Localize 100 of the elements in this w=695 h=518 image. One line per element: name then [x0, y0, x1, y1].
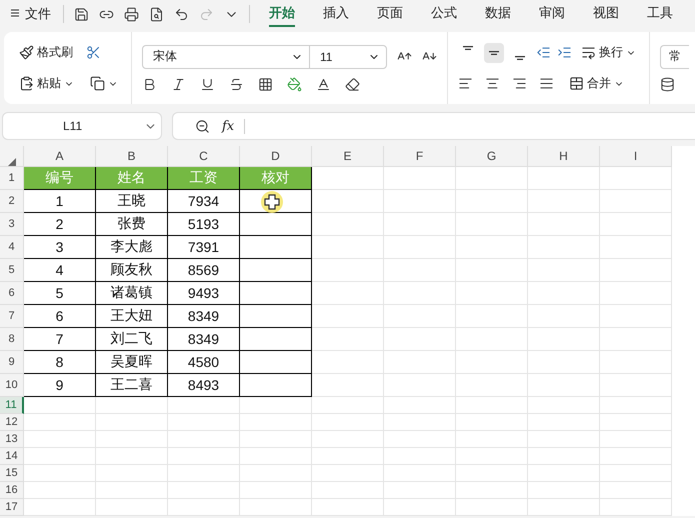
vertical-align-icon: [515, 56, 525, 60]
row-header[interactable]: 9: [0, 351, 24, 374]
row-header[interactable]: 17: [0, 499, 24, 516]
table-cell: 9493: [168, 282, 240, 305]
vertical-align-button[interactable]: [484, 42, 504, 62]
row-header[interactable]: 11: [0, 397, 24, 414]
table-cell: 工资: [168, 167, 240, 190]
borders-icon[interactable]: [258, 76, 273, 92]
table-cell: 李大彪: [96, 236, 168, 259]
column-header[interactable]: G: [456, 146, 528, 167]
row-header[interactable]: 12: [0, 414, 24, 431]
table-cell: 吴夏晖: [96, 351, 168, 374]
print-icon[interactable]: [124, 6, 139, 22]
sheet-cell[interactable]: [240, 351, 312, 374]
wrap-text-icon: [581, 45, 596, 60]
sheet-cell[interactable]: [240, 213, 312, 236]
table-cell: 刘二飞: [96, 328, 168, 351]
ribbon-tab[interactable]: 插入: [323, 1, 349, 27]
ribbon-tab[interactable]: 视图: [593, 1, 619, 27]
table-cell: 8569: [168, 259, 240, 282]
table-cell: 5193: [168, 213, 240, 236]
sheet-cell[interactable]: [240, 305, 312, 328]
function-label[interactable]: fx: [222, 118, 246, 134]
copy-icon: [90, 76, 105, 91]
table-cell: 7391: [168, 236, 240, 259]
ribbon-tab[interactable]: 开始: [269, 1, 295, 27]
sheet-cell[interactable]: [240, 236, 312, 259]
paste-button[interactable]: 粘贴: [16, 72, 77, 95]
column-header[interactable]: I: [600, 146, 672, 167]
table-cell: 核对: [240, 167, 312, 190]
table-cell: 3: [24, 236, 96, 259]
table-cell: 4580: [168, 351, 240, 374]
row-header[interactable]: 13: [0, 431, 24, 448]
ribbon-tab[interactable]: 审阅: [539, 1, 565, 27]
row-header[interactable]: 10: [0, 374, 24, 397]
fill-color-icon[interactable]: [287, 76, 302, 92]
number-format-field[interactable]: 常: [660, 44, 689, 68]
table-cell: 编号: [24, 167, 96, 190]
ribbon-tab[interactable]: 页面: [377, 1, 403, 27]
sheet-cell[interactable]: [240, 259, 312, 282]
table-cell: 王二喜: [96, 374, 168, 397]
name-box[interactable]: L11: [2, 112, 162, 140]
scissors-icon[interactable]: [86, 45, 101, 60]
sheet-cell[interactable]: [240, 328, 312, 351]
row-header[interactable]: 5: [0, 259, 24, 282]
align-right-icon[interactable]: [512, 76, 527, 91]
eraser-icon[interactable]: [345, 76, 360, 92]
table-cell: 诸葛镇: [96, 282, 168, 305]
column-header[interactable]: C: [168, 146, 240, 167]
row-header[interactable]: 16: [0, 482, 24, 499]
row-header[interactable]: 8: [0, 328, 24, 351]
row-header[interactable]: 3: [0, 213, 24, 236]
format-painter-button[interactable]: 格式刷: [16, 41, 76, 64]
align-center-icon[interactable]: [485, 76, 500, 91]
row-header[interactable]: 6: [0, 282, 24, 305]
table-cell: 2: [24, 213, 96, 236]
row-header[interactable]: 7: [0, 305, 24, 328]
justify-icon[interactable]: [539, 76, 554, 91]
ribbon-tab[interactable]: 公式: [431, 1, 457, 27]
sheet-cell[interactable]: [240, 282, 312, 305]
underline-icon[interactable]: [200, 76, 215, 92]
sheet-cell[interactable]: [240, 374, 312, 397]
row-header[interactable]: 14: [0, 448, 24, 465]
file-menu[interactable]: 文件: [8, 3, 53, 25]
ribbon-tab[interactable]: 工具: [647, 1, 673, 27]
save-icon[interactable]: [74, 6, 89, 22]
column-header[interactable]: A: [24, 146, 96, 167]
strikethrough-icon[interactable]: [229, 76, 244, 92]
indent-increase-icon[interactable]: [557, 45, 572, 60]
table-cell: 8349: [168, 305, 240, 328]
table-cell: 4: [24, 259, 96, 282]
row-header[interactable]: 2: [0, 190, 24, 213]
print-preview-icon[interactable]: [149, 6, 164, 22]
merge-button[interactable]: 合并: [566, 72, 627, 95]
row-header[interactable]: 1: [0, 167, 24, 190]
table-cell: 8493: [168, 374, 240, 397]
ribbon-tab[interactable]: 数据: [485, 1, 511, 27]
align-left-icon[interactable]: [458, 76, 473, 91]
table-cell: 8349: [168, 328, 240, 351]
undo-icon[interactable]: [174, 6, 189, 22]
column-header[interactable]: D: [240, 146, 312, 167]
vertical-align-icon: [463, 46, 473, 50]
column-header[interactable]: F: [384, 146, 456, 167]
table-cell: 6: [24, 305, 96, 328]
column-header[interactable]: B: [96, 146, 168, 167]
font-color-icon[interactable]: [316, 76, 331, 92]
italic-icon[interactable]: [171, 76, 186, 92]
table-cell: 7: [24, 328, 96, 351]
indent-decrease-icon[interactable]: [536, 45, 551, 60]
column-header[interactable]: E: [312, 146, 384, 167]
sheet-cell[interactable]: [240, 190, 312, 213]
column-header[interactable]: H: [528, 146, 600, 167]
table-cell: 王大妞: [96, 305, 168, 328]
row-header[interactable]: 15: [0, 465, 24, 482]
wrap-text-button[interactable]: 换行: [578, 41, 639, 64]
zoom-out-icon: [195, 118, 210, 134]
formula-field[interactable]: fx: [172, 112, 695, 140]
table-cell: 姓名: [96, 167, 168, 190]
row-header[interactable]: 4: [0, 236, 24, 259]
clipboard-icon: [19, 76, 34, 91]
